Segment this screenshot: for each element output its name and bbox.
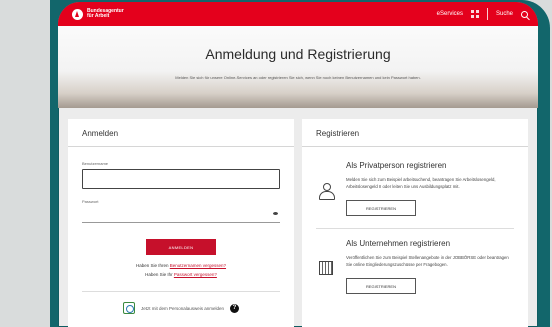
forgot-password-prefix: Haben Sie Ihr	[145, 272, 174, 277]
login-panel: Anmelden Benutzername Passwort ANMELDEN …	[68, 119, 294, 327]
search-icon[interactable]	[521, 10, 528, 18]
show-password-icon[interactable]	[273, 212, 278, 215]
company-register-button[interactable]: REGISTRIEREN	[346, 278, 416, 294]
eservices-link[interactable]: eServices	[437, 11, 463, 17]
browser-viewport: Bundesagentur für Arbeit eServices Suche…	[58, 2, 538, 327]
private-registration-body: Als Privatperson registrieren Melden Sie…	[346, 161, 514, 216]
forgot-password-line: Haben Sie Ihr Passwort vergessen?	[82, 270, 280, 279]
register-heading: Registrieren	[316, 129, 360, 138]
password-input[interactable]	[82, 209, 280, 223]
private-registration-block: Als Privatperson registrieren Melden Sie…	[316, 161, 514, 216]
hero-intro-text: Melden Sie sich für unsere Online-Servic…	[175, 75, 421, 80]
page-title: Anmeldung und Registrierung	[205, 46, 391, 62]
company-registration-body: Als Unternehmen registrieren Veröffentli…	[346, 239, 514, 294]
building-icon	[319, 261, 333, 275]
forgot-links: Haben Sie Ihren Benutzernamen vergessen?…	[82, 261, 280, 279]
company-registration-block: Als Unternehmen registrieren Veröffentli…	[316, 239, 514, 294]
search-link[interactable]: Suche	[496, 11, 513, 17]
company-registration-text: Veröffentlichen Sie zum Beispiel Stellen…	[346, 255, 509, 267]
password-label: Passwort	[82, 199, 99, 204]
username-input[interactable]	[82, 169, 280, 189]
nav-divider	[486, 8, 488, 20]
brand-name-line2: für Arbeit	[87, 13, 110, 19]
register-panel: Registrieren Als Privatperson registrier…	[302, 119, 528, 327]
content-panels: Anmelden Benutzername Passwort ANMELDEN …	[68, 119, 528, 327]
login-button[interactable]: ANMELDEN	[146, 239, 216, 255]
login-rule	[82, 291, 280, 292]
apps-grid-icon[interactable]	[470, 10, 479, 18]
top-nav-links: eServices Suche	[437, 8, 528, 20]
login-divider	[68, 146, 294, 147]
company-icon-wrap	[316, 239, 336, 294]
password-row	[82, 207, 280, 225]
forgot-password-link[interactable]: Passwort vergessen?	[174, 272, 217, 277]
username-label: Benutzername	[82, 161, 109, 166]
person-icon	[319, 183, 335, 200]
login-heading: Anmelden	[82, 129, 119, 138]
register-separator	[316, 228, 514, 229]
forgot-username-link[interactable]: Benutzernamen vergessen?	[170, 263, 226, 268]
agency-logo-icon	[72, 8, 83, 20]
register-divider	[302, 146, 528, 147]
forgot-username-line: Haben Sie Ihren Benutzernamen vergessen?	[82, 261, 280, 270]
private-registration-text: Melden Sie sich zum Beispiel arbeitsuche…	[346, 177, 496, 189]
id-card-login-row: Jetzt mit dem Personalausweis anmelden ?	[82, 302, 280, 314]
private-registration-title: Als Privatperson registrieren	[346, 161, 447, 170]
hero-banner: Anmeldung und Registrierung Melden Sie s…	[58, 26, 538, 108]
id-card-login-link[interactable]: Jetzt mit dem Personalausweis anmelden	[141, 306, 224, 311]
id-card-icon	[122, 302, 135, 314]
private-register-button[interactable]: REGISTRIEREN	[346, 200, 416, 216]
brand-name: Bundesagentur für Arbeit	[87, 9, 127, 19]
help-icon[interactable]: ?	[230, 303, 240, 313]
brand-logo[interactable]: Bundesagentur für Arbeit	[72, 8, 127, 20]
forgot-username-prefix: Haben Sie Ihren	[135, 263, 170, 268]
top-navigation-bar: Bundesagentur für Arbeit eServices Suche	[58, 2, 538, 26]
private-icon-wrap	[316, 161, 336, 216]
company-registration-title: Als Unternehmen registrieren	[346, 239, 451, 248]
